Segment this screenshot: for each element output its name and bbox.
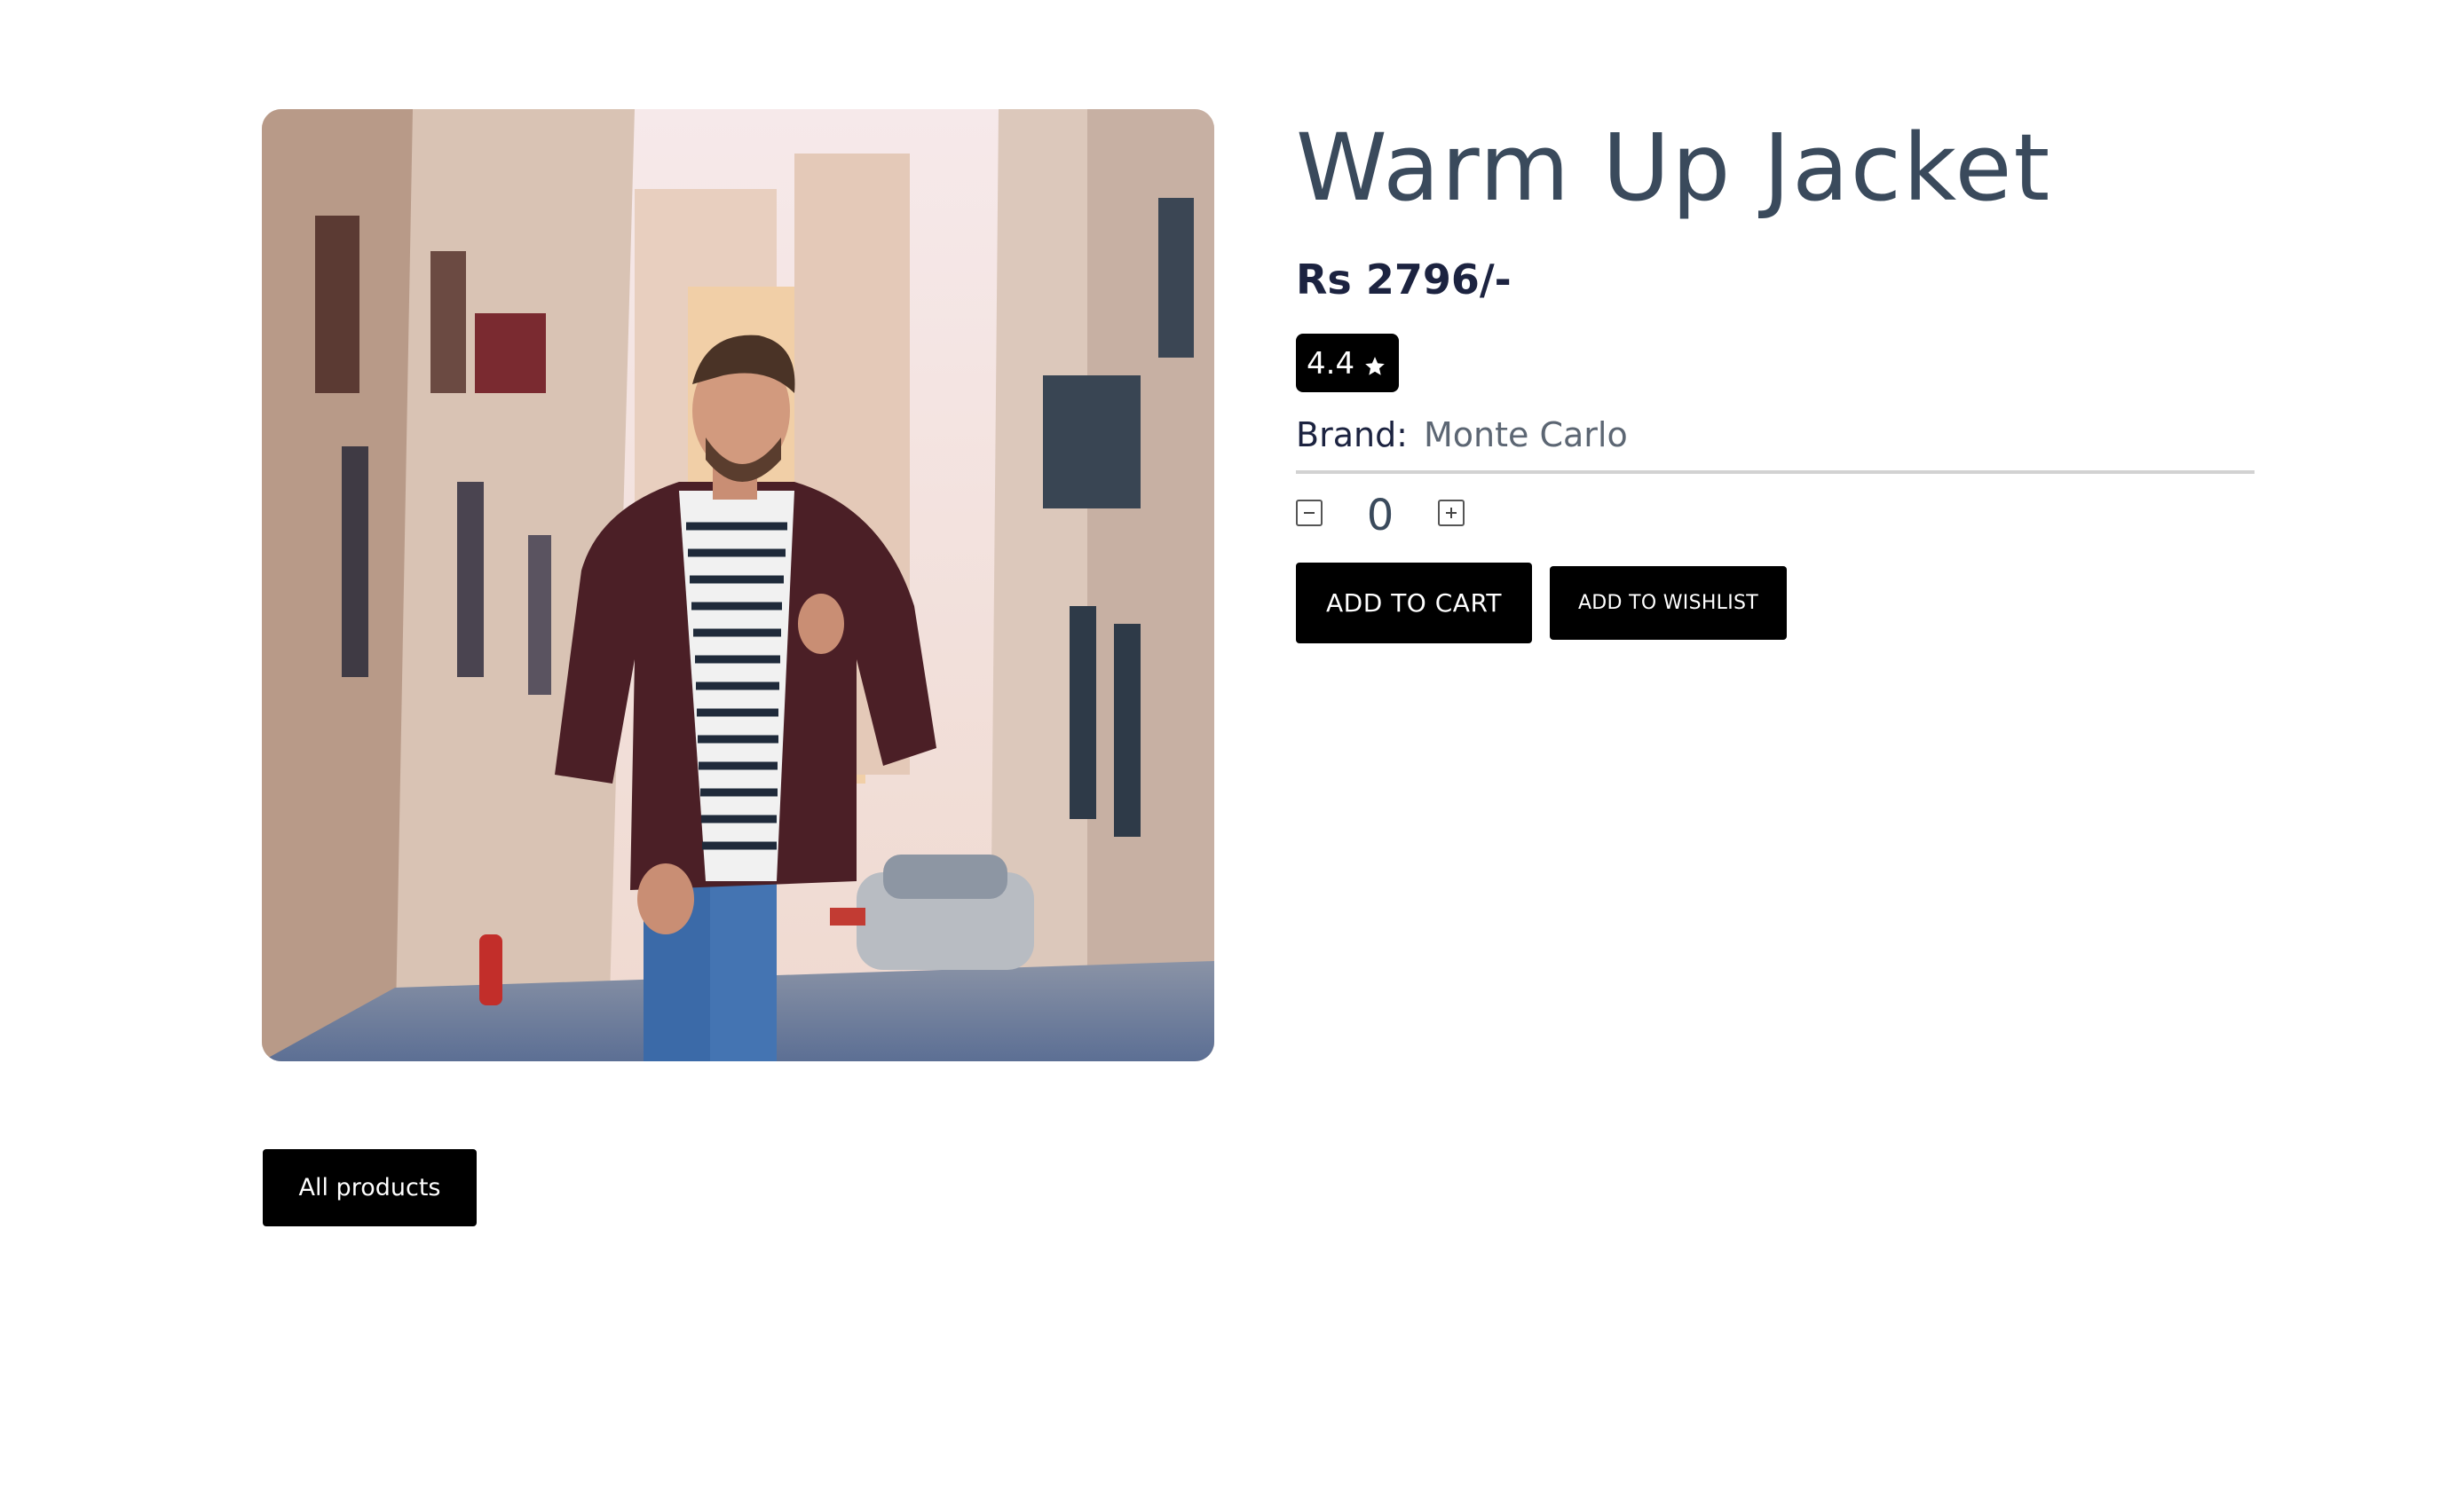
add-to-wishlist-button[interactable]: ADD TO WISHLIST xyxy=(1550,565,1787,640)
product-title: Warm Up Jacket xyxy=(1296,114,2052,222)
rating-badge: 4.4 xyxy=(1296,333,1400,392)
brand-value: Monte Carlo xyxy=(1424,414,1628,454)
decrement-button[interactable] xyxy=(1296,499,1323,526)
product-details: Warm Up Jacket Rs 2796/- 4.4 Brand: Mont… xyxy=(1296,114,2255,643)
minus-square-icon xyxy=(1304,511,1315,514)
add-to-cart-button[interactable]: ADD TO CART xyxy=(1296,562,1532,643)
product-photo xyxy=(262,109,1214,1061)
star-icon xyxy=(1365,356,1385,375)
quantity-stepper: 0 xyxy=(1296,486,2255,540)
all-products-button[interactable]: All products xyxy=(263,1149,477,1226)
quantity-value: 0 xyxy=(1366,490,1394,540)
product-detail-page: Warm Up Jacket Rs 2796/- 4.4 Brand: Mont… xyxy=(0,0,2464,1489)
brand-label: Brand: xyxy=(1296,414,1408,454)
action-row: ADD TO CART ADD TO WISHLIST xyxy=(1296,562,2255,643)
product-image xyxy=(262,109,1214,1061)
product-price: Rs 2796/- xyxy=(1296,255,1512,303)
rating-value: 4.4 xyxy=(1307,345,1355,382)
increment-button[interactable] xyxy=(1438,499,1465,526)
brand-row: Brand: Monte Carlo xyxy=(1296,415,2255,474)
plus-square-icon xyxy=(1446,507,1457,518)
